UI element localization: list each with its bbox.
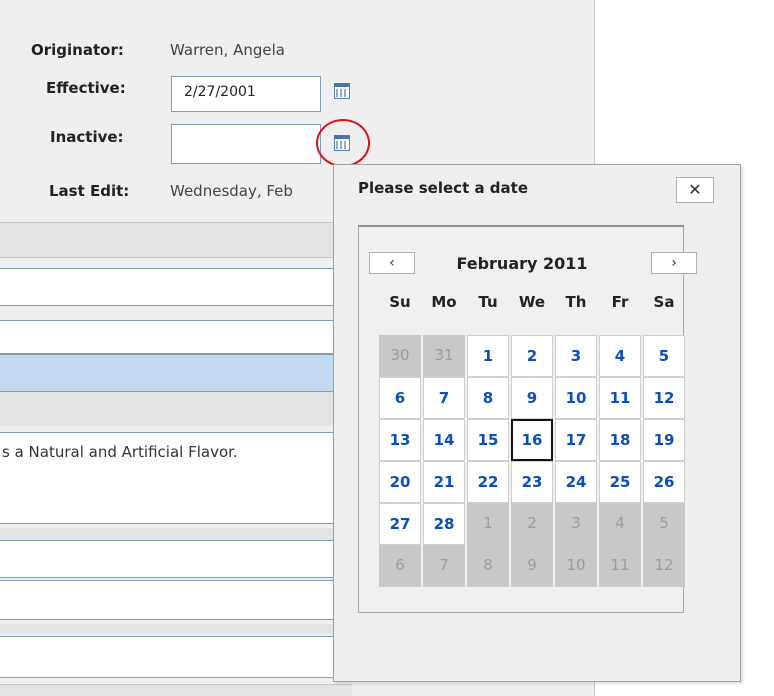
day-cell[interactable]: 3 [555, 335, 597, 377]
day-cell-other-month: 2 [511, 503, 553, 545]
day-cell[interactable]: 28 [423, 503, 465, 545]
day-cell-other-month: 5 [643, 503, 685, 545]
last-edit-value: Wednesday, Feb [170, 182, 293, 200]
day-cell[interactable]: 24 [555, 461, 597, 503]
originator-label: Originator: [31, 41, 124, 59]
day-cell[interactable]: 27 [379, 503, 421, 545]
day-cell[interactable]: 26 [643, 461, 685, 503]
inactive-label: Inactive: [50, 128, 124, 146]
day-cell-other-month: 11 [599, 545, 641, 587]
day-cell[interactable]: 1 [467, 335, 509, 377]
calendar-icon-grid [336, 89, 348, 97]
table-row[interactable] [0, 540, 352, 578]
day-cell-other-month: 10 [555, 545, 597, 587]
month-label: February 2011 [456, 254, 588, 273]
day-cell[interactable]: 21 [423, 461, 465, 503]
table-row[interactable] [0, 320, 352, 354]
day-cell-other-month: 12 [643, 545, 685, 587]
weekday-label: Su [389, 293, 411, 311]
day-cell[interactable]: 12 [643, 377, 685, 419]
section-separator [0, 624, 352, 634]
day-cell-other-month: 9 [511, 545, 553, 587]
table-row-selected[interactable] [0, 354, 352, 392]
day-cell[interactable]: 14 [423, 419, 465, 461]
weekday-label: Tu [478, 293, 498, 311]
section-header [0, 222, 352, 258]
day-cell[interactable]: 15 [467, 419, 509, 461]
day-cell[interactable]: 19 [643, 419, 685, 461]
day-cell[interactable]: 20 [379, 461, 421, 503]
weekday-label: Th [565, 293, 587, 311]
prev-month-button[interactable]: ‹ [369, 252, 415, 274]
day-cell[interactable]: 9 [511, 377, 553, 419]
weekday-label: Fr [611, 293, 629, 311]
day-cell[interactable]: 18 [599, 419, 641, 461]
day-cell[interactable]: 25 [599, 461, 641, 503]
originator-value: Warren, Angela [170, 41, 285, 59]
date-picker-popup: Please select a date ✕ ‹ February 2011 ›… [333, 164, 741, 682]
day-cell[interactable]: 23 [511, 461, 553, 503]
day-cell-other-month: 31 [423, 335, 465, 377]
section-separator [0, 684, 352, 696]
day-cell[interactable]: 13 [379, 419, 421, 461]
day-cell-other-month: 30 [379, 335, 421, 377]
day-cell[interactable]: 6 [379, 377, 421, 419]
last-edit-label: Last Edit: [49, 182, 130, 200]
day-cell[interactable]: 7 [423, 377, 465, 419]
table-row[interactable] [0, 636, 352, 678]
day-cell-other-month: 3 [555, 503, 597, 545]
day-cell-other-month: 6 [379, 545, 421, 587]
day-cell[interactable]: 17 [555, 419, 597, 461]
day-cell-other-month: 4 [599, 503, 641, 545]
day-cell[interactable]: 8 [467, 377, 509, 419]
weekday-header: Su Mo Tu We Th Fr Sa [379, 293, 687, 317]
day-cell-other-month: 8 [467, 545, 509, 587]
highlight-circle [316, 119, 370, 167]
day-cell[interactable]: 5 [643, 335, 685, 377]
description-field[interactable]: s a Natural and Artificial Flavor. [0, 432, 352, 524]
next-month-button[interactable]: › [651, 252, 697, 274]
day-cell[interactable]: 11 [599, 377, 641, 419]
calendar-icon-header [334, 83, 350, 87]
weekday-label: Sa [653, 293, 675, 311]
section-separator [0, 528, 352, 540]
day-cell[interactable]: 22 [467, 461, 509, 503]
calendar: ‹ February 2011 › Su Mo Tu We Th Fr Sa 30 31 1 2 3… [358, 225, 697, 613]
section-separator [0, 392, 352, 426]
effective-label: Effective: [46, 79, 126, 97]
day-cell[interactable]: 4 [599, 335, 641, 377]
effective-date-input[interactable]: 2/27/2001 [171, 76, 321, 112]
day-cell-today[interactable]: 16 [511, 419, 553, 461]
day-cell-other-month: 7 [423, 545, 465, 587]
effective-calendar-icon[interactable] [332, 81, 352, 101]
day-cell[interactable]: 10 [555, 377, 597, 419]
table-row[interactable] [0, 268, 352, 306]
inactive-date-input[interactable] [171, 124, 321, 164]
day-grid: 30 31 1 2 3 4 5 6 7 8 9 10 11 12 13 14 15 16 17 18 19 20 21 22 2… [379, 335, 687, 587]
weekday-label: We [518, 293, 546, 311]
table-row[interactable] [0, 580, 352, 620]
close-icon[interactable]: ✕ [676, 177, 714, 203]
weekday-label: Mo [431, 293, 457, 311]
date-picker-title: Please select a date [358, 179, 529, 197]
day-cell-other-month: 1 [467, 503, 509, 545]
day-cell[interactable]: 2 [511, 335, 553, 377]
